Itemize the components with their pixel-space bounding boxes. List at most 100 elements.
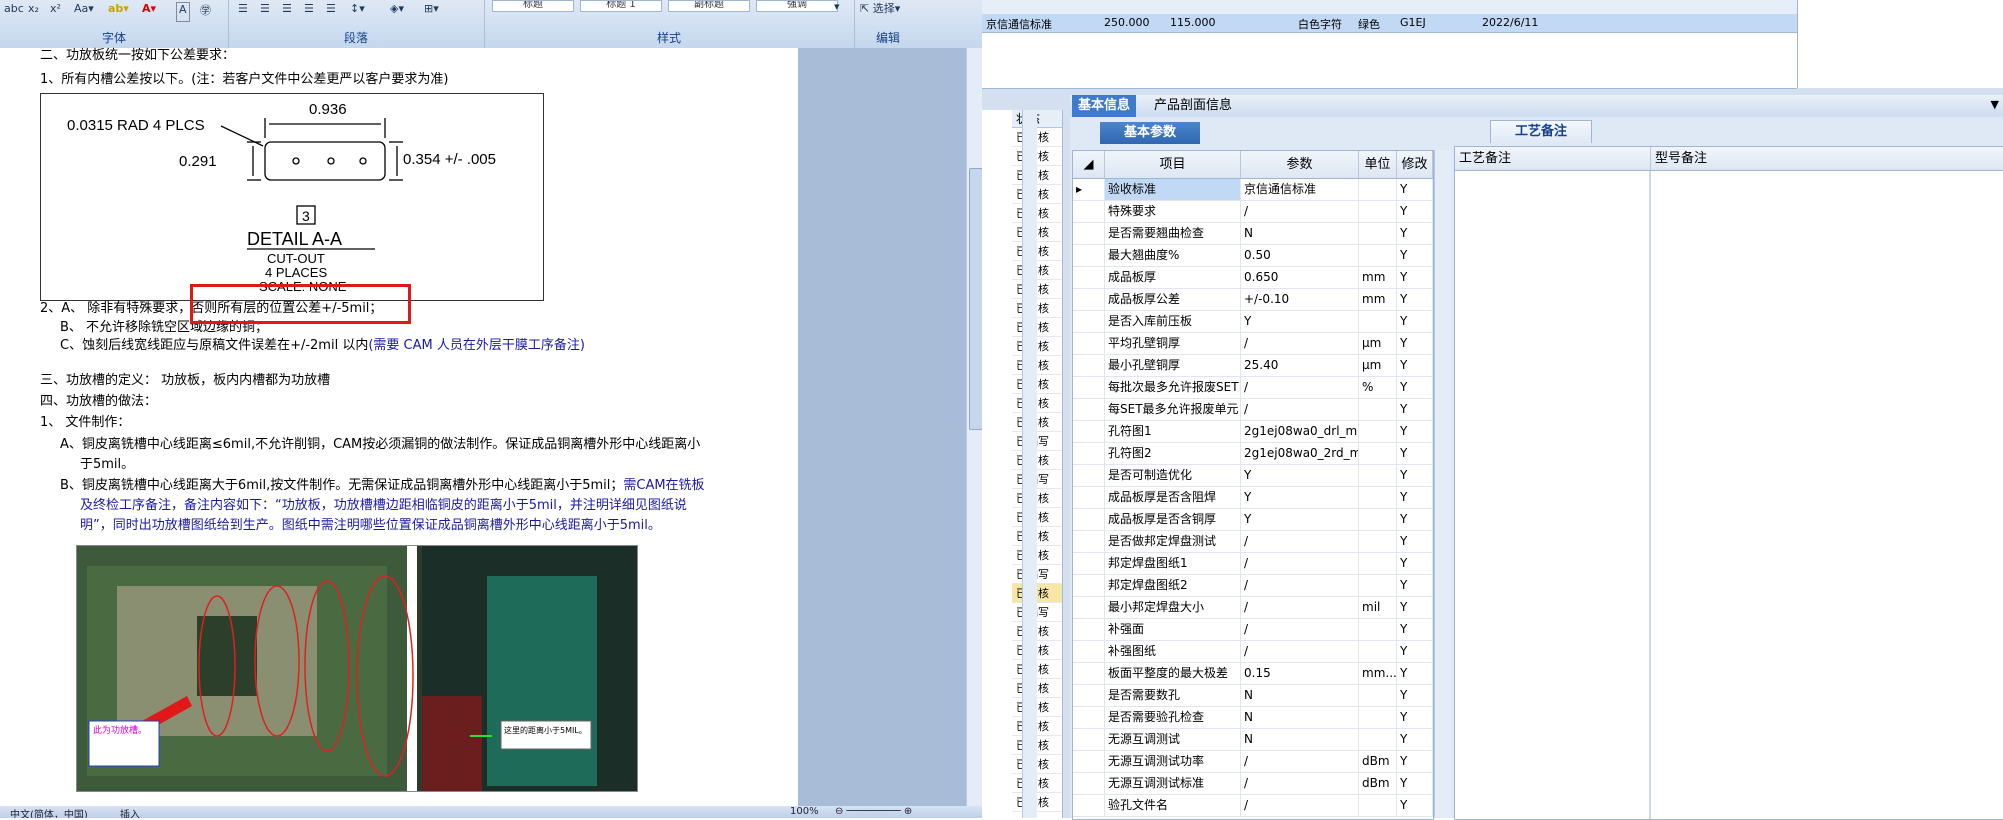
param-modify[interactable]: Y bbox=[1397, 333, 1433, 354]
param-value[interactable]: Y bbox=[1241, 509, 1359, 530]
param-row[interactable]: 成品板厚 0.650 mm Y bbox=[1073, 267, 1433, 289]
select-button[interactable]: ⇱ 选择▾ bbox=[860, 0, 900, 18]
param-modify[interactable]: Y bbox=[1397, 355, 1433, 376]
param-modify[interactable]: Y bbox=[1397, 399, 1433, 420]
param-item[interactable]: 无源互调测试标准 bbox=[1105, 773, 1241, 794]
param-value[interactable]: / bbox=[1241, 597, 1359, 618]
status-cell[interactable]: 已审核 bbox=[1012, 413, 1062, 432]
change-styles-button[interactable]: ▾ bbox=[834, 0, 840, 18]
param-modify[interactable]: Y bbox=[1397, 377, 1433, 398]
param-unit[interactable] bbox=[1359, 443, 1397, 464]
status-cell[interactable]: 已审核 bbox=[1012, 508, 1062, 527]
superscript-button[interactable]: x² bbox=[50, 2, 61, 20]
param-value[interactable]: N bbox=[1241, 729, 1359, 750]
param-unit[interactable] bbox=[1359, 421, 1397, 442]
param-unit[interactable] bbox=[1359, 179, 1397, 200]
param-item[interactable]: 成品板厚是否含阻焊 bbox=[1105, 487, 1241, 508]
status-cell[interactable]: 已编写 bbox=[1012, 565, 1062, 584]
param-item[interactable]: 成品板厚 bbox=[1105, 267, 1241, 288]
col-modify[interactable]: 修改 bbox=[1397, 151, 1433, 179]
param-modify[interactable]: Y bbox=[1397, 597, 1433, 618]
style-title[interactable]: 标题 bbox=[492, 0, 574, 12]
param-unit[interactable] bbox=[1359, 795, 1397, 816]
param-modify[interactable]: Y bbox=[1397, 553, 1433, 574]
param-row[interactable]: 成品板厚是否含铜厚 Y Y bbox=[1073, 509, 1433, 531]
status-cell[interactable]: 已审核 bbox=[1012, 736, 1062, 755]
status-cell[interactable]: 已审核 bbox=[1012, 299, 1062, 318]
param-modify[interactable]: Y bbox=[1397, 663, 1433, 684]
param-value[interactable]: / bbox=[1241, 531, 1359, 552]
borders-icon[interactable]: ⊞▾ bbox=[424, 2, 439, 20]
param-value[interactable]: / bbox=[1241, 377, 1359, 398]
param-modify[interactable]: Y bbox=[1397, 751, 1433, 772]
align-left-icon[interactable]: ☰ bbox=[238, 2, 248, 20]
param-modify[interactable]: Y bbox=[1397, 465, 1433, 486]
param-item[interactable]: 是否需要数孔 bbox=[1105, 685, 1241, 706]
param-unit[interactable] bbox=[1359, 641, 1397, 662]
param-modify[interactable]: Y bbox=[1397, 729, 1433, 750]
status-cell[interactable]: 已审核 bbox=[1012, 755, 1062, 774]
param-modify[interactable]: Y bbox=[1397, 245, 1433, 266]
param-value[interactable]: +/-0.10 bbox=[1241, 289, 1359, 310]
param-item[interactable]: 补强图纸 bbox=[1105, 641, 1241, 662]
align-right-icon[interactable]: ☰ bbox=[282, 2, 292, 20]
param-row[interactable]: ▸ 验收标准 京信通信标准 Y bbox=[1073, 179, 1433, 201]
param-modify[interactable]: Y bbox=[1397, 795, 1433, 816]
param-modify[interactable]: Y bbox=[1397, 531, 1433, 552]
param-item[interactable]: 是否需要验孔检查 bbox=[1105, 707, 1241, 728]
status-header[interactable]: 状态 bbox=[1012, 110, 1062, 128]
param-item[interactable]: 孔符图1 bbox=[1105, 421, 1241, 442]
param-unit[interactable] bbox=[1359, 685, 1397, 706]
align-center-icon[interactable]: ☰ bbox=[260, 2, 270, 20]
status-cell[interactable]: 已编写 bbox=[1012, 470, 1062, 489]
param-value[interactable]: / bbox=[1241, 619, 1359, 640]
status-cell[interactable]: 已审核 bbox=[1012, 242, 1062, 261]
status-cell[interactable]: 已审核 bbox=[1012, 280, 1062, 299]
param-unit[interactable] bbox=[1359, 465, 1397, 486]
line-spacing-icon[interactable]: ↕▾ bbox=[350, 2, 365, 20]
param-scrollbar[interactable] bbox=[1434, 150, 1451, 818]
status-cell[interactable]: 已审核 bbox=[1012, 185, 1062, 204]
char-border-icon[interactable]: A bbox=[176, 2, 190, 22]
param-unit[interactable] bbox=[1359, 729, 1397, 750]
param-row[interactable]: 孔符图22g1ej08wa0_2rd_m... Y bbox=[1073, 443, 1433, 465]
param-item[interactable]: 是否入库前压板 bbox=[1105, 311, 1241, 332]
param-row[interactable]: 每批次最多允许报废SET /% Y bbox=[1073, 377, 1433, 399]
param-unit[interactable]: % bbox=[1359, 377, 1397, 398]
param-modify[interactable]: Y bbox=[1397, 685, 1433, 706]
status-cell[interactable]: 已审核 bbox=[1012, 679, 1062, 698]
param-row[interactable]: 邦定焊盘图纸1/ Y bbox=[1073, 553, 1433, 575]
distribute-icon[interactable]: ☰ bbox=[326, 2, 336, 20]
param-row[interactable]: 孔符图1 2g1ej08wa0_drl_m... Y bbox=[1073, 421, 1433, 443]
param-item[interactable]: 最大翘曲度% bbox=[1105, 245, 1241, 266]
highlight-icon[interactable]: ab▾ bbox=[108, 2, 129, 20]
param-modify[interactable]: Y bbox=[1397, 179, 1433, 200]
status-cell[interactable]: 已审核 bbox=[1012, 375, 1062, 394]
status-zoom[interactable]: 100% bbox=[790, 806, 819, 817]
col-item[interactable]: 项目 bbox=[1105, 151, 1241, 179]
status-cell[interactable]: 已审核 bbox=[1012, 793, 1062, 812]
status-cell[interactable]: 已审核 bbox=[1012, 223, 1062, 242]
param-unit[interactable] bbox=[1359, 487, 1397, 508]
param-value[interactable]: / bbox=[1241, 553, 1359, 574]
status-cell[interactable]: 已审核 bbox=[1012, 337, 1062, 356]
param-item[interactable]: 每批次最多允许报废SET bbox=[1105, 377, 1241, 398]
style-subtitle[interactable]: 副标题 bbox=[668, 0, 750, 12]
param-item[interactable]: 邦定焊盘图纸2 bbox=[1105, 575, 1241, 596]
status-cell[interactable]: 已审核 bbox=[1012, 698, 1062, 717]
param-item[interactable]: 是否可制造优化 bbox=[1105, 465, 1241, 486]
style-heading1[interactable]: 标题 1 bbox=[580, 0, 662, 12]
param-row[interactable]: 无源互调测试 N Y bbox=[1073, 729, 1433, 751]
param-row[interactable]: 是否可制造优化 Y Y bbox=[1073, 465, 1433, 487]
param-value[interactable]: / bbox=[1241, 201, 1359, 222]
param-unit[interactable]: dBm bbox=[1359, 751, 1397, 772]
param-row[interactable]: 最小邦定焊盘大小 / mil Y bbox=[1073, 597, 1433, 619]
change-case-button[interactable]: Aa▾ bbox=[74, 2, 94, 20]
col-unit[interactable]: 单位 bbox=[1359, 151, 1397, 179]
param-unit[interactable] bbox=[1359, 575, 1397, 596]
status-cell[interactable]: 已审核 bbox=[1012, 717, 1062, 736]
param-unit[interactable] bbox=[1359, 531, 1397, 552]
scroll-thumb[interactable] bbox=[969, 168, 982, 430]
param-value[interactable]: Y bbox=[1241, 487, 1359, 508]
param-unit[interactable] bbox=[1359, 223, 1397, 244]
